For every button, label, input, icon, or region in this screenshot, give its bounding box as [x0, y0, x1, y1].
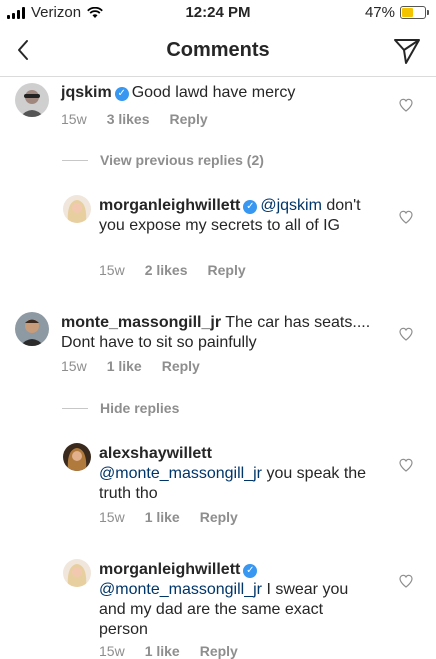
- comment-meta: 15w 1 like Reply: [99, 643, 238, 659]
- mention-link[interactable]: @monte_massongill_jr: [99, 465, 262, 482]
- comment-body: alexshaywillett @monte_massongill_jr you …: [99, 444, 369, 504]
- reply-item: morganleighwillett ✓ @monte_massongill_jr …: [0, 557, 436, 659]
- comment-likes[interactable]: 1 like: [145, 643, 180, 659]
- hide-replies-label: Hide replies: [100, 400, 180, 416]
- thread-line: [62, 407, 88, 409]
- comment-item: jqskim ✓ Good lawd have mercy 15w 3 likes …: [0, 80, 436, 150]
- comment-item: monte_massongill_jr The car has seats...…: [0, 310, 436, 380]
- reply-item: alexshaywillett @monte_massongill_jr you …: [0, 441, 436, 531]
- comment-meta: 15w 2 likes Reply: [99, 262, 246, 278]
- thread-line: [62, 159, 88, 161]
- comment-username[interactable]: monte_massongill_jr: [61, 314, 221, 331]
- comment-username[interactable]: morganleighwillett: [99, 561, 240, 578]
- comment-age: 15w: [61, 358, 87, 374]
- mention-link[interactable]: @monte_massongill_jr: [99, 581, 262, 598]
- verified-badge-icon: ✓: [243, 564, 258, 578]
- reply-button[interactable]: Reply: [208, 262, 246, 278]
- view-previous-replies-label: View previous replies (2): [100, 152, 264, 168]
- comment-text: Good lawd have mercy: [131, 84, 296, 101]
- status-right: 47%: [364, 4, 429, 21]
- mention-link[interactable]: @jqskim: [260, 197, 322, 214]
- comment-age: 15w: [99, 262, 125, 278]
- avatar[interactable]: [15, 83, 49, 117]
- comment-likes[interactable]: 1 like: [145, 509, 180, 525]
- comment-body: morganleighwillett ✓ @monte_massongill_jr …: [99, 560, 369, 640]
- comment-body: morganleighwillett ✓ @jqskim don't you exp…: [99, 196, 369, 236]
- comment-body: jqskim ✓ Good lawd have mercy: [61, 83, 381, 103]
- like-heart-icon[interactable]: [398, 326, 414, 342]
- battery-percent: 47%: [364, 4, 395, 21]
- comment-likes[interactable]: 1 like: [107, 358, 142, 374]
- verified-badge-icon: ✓: [243, 200, 258, 214]
- reply-item: morganleighwillett ✓ @jqskim don't you exp…: [0, 193, 436, 283]
- comment-age: 15w: [99, 643, 125, 659]
- reply-button[interactable]: Reply: [200, 643, 238, 659]
- hide-replies[interactable]: Hide replies: [62, 400, 179, 416]
- comment-likes[interactable]: 2 likes: [145, 262, 188, 278]
- comment-age: 15w: [61, 111, 87, 127]
- view-previous-replies[interactable]: View previous replies (2): [62, 152, 264, 168]
- like-heart-icon[interactable]: [398, 573, 414, 589]
- comment-username[interactable]: jqskim: [61, 84, 112, 101]
- avatar[interactable]: [63, 559, 91, 587]
- comment-username[interactable]: alexshaywillett: [99, 445, 212, 462]
- comment-meta: 15w 1 like Reply: [99, 509, 238, 525]
- page-title: Comments: [166, 39, 270, 61]
- comment-meta: 15w 1 like Reply: [61, 358, 200, 374]
- comment-meta: 15w 3 likes Reply: [61, 111, 208, 127]
- battery-icon: [400, 6, 429, 19]
- reply-button[interactable]: Reply: [170, 111, 208, 127]
- reply-button[interactable]: Reply: [200, 509, 238, 525]
- nav-bar: Comments: [0, 26, 436, 77]
- like-heart-icon[interactable]: [398, 457, 414, 473]
- like-heart-icon[interactable]: [398, 97, 414, 113]
- like-heart-icon[interactable]: [398, 209, 414, 225]
- battery-fill: [402, 8, 414, 17]
- comment-likes[interactable]: 3 likes: [107, 111, 150, 127]
- comment-username[interactable]: morganleighwillett: [99, 197, 240, 214]
- verified-badge-icon: ✓: [114, 87, 129, 101]
- comment-age: 15w: [99, 509, 125, 525]
- avatar[interactable]: [63, 443, 91, 471]
- status-bar: Verizon 12:24 PM 47%: [0, 0, 436, 26]
- comment-body: monte_massongill_jr The car has seats...…: [61, 313, 381, 353]
- avatar[interactable]: [15, 312, 49, 346]
- direct-send-icon[interactable]: [392, 36, 422, 66]
- battery-cap: [427, 10, 429, 15]
- reply-button[interactable]: Reply: [162, 358, 200, 374]
- avatar[interactable]: [63, 195, 91, 223]
